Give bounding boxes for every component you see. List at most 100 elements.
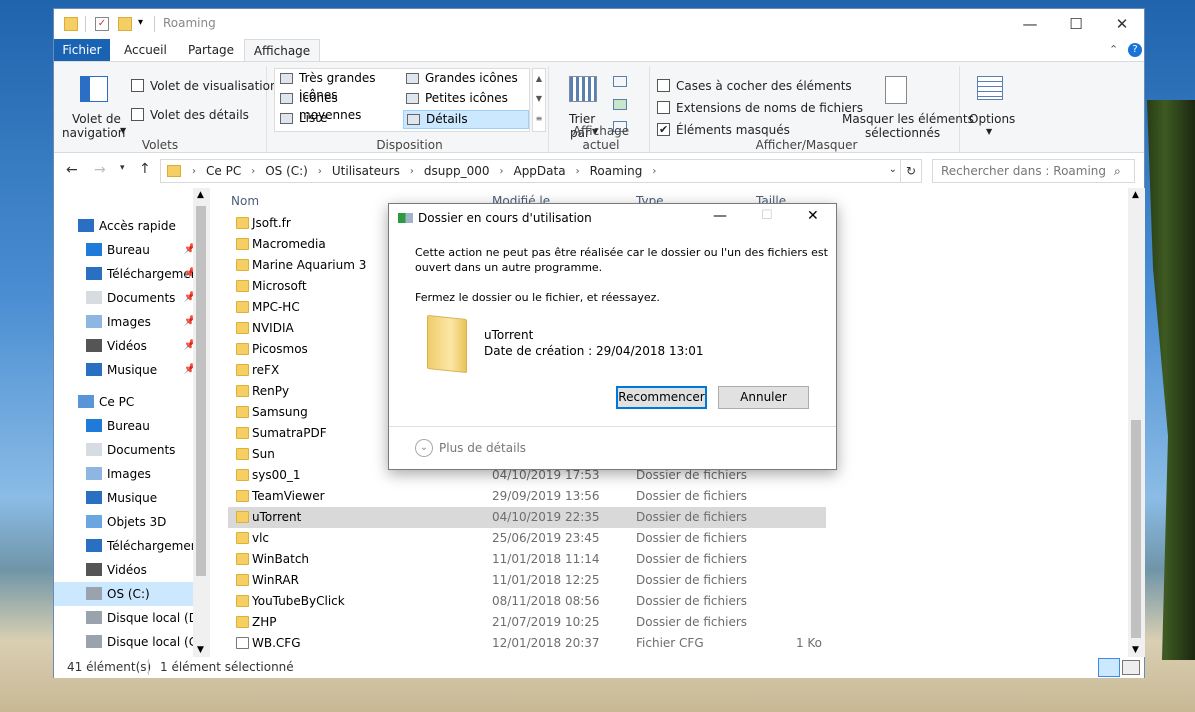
sidebar-item[interactable]: Documents 📌 [54, 286, 196, 310]
file-list-scrollbar[interactable]: ▲ ▼ [1128, 188, 1145, 657]
breadcrumb-separator[interactable]: › [405, 166, 419, 177]
layout-details[interactable]: Détails [403, 110, 529, 129]
item-checkboxes-option[interactable]: Cases à cocher des éléments [657, 79, 852, 93]
file-row[interactable]: WB.CFG 12/01/2018 20:37 Fichier CFG 1 Ko [228, 633, 826, 654]
sidebar-item[interactable]: Ce PC [54, 390, 196, 414]
file-row[interactable]: ZHP 21/07/2019 10:25 Dossier de fichiers [228, 612, 826, 633]
sidebar-item[interactable]: Vidéos [54, 558, 196, 582]
retry-button[interactable]: Recommencer [616, 386, 707, 409]
recent-locations-icon[interactable]: ▾ [120, 163, 125, 173]
group-by-icon[interactable] [613, 76, 627, 87]
scroll-thumb[interactable] [196, 206, 206, 576]
sidebar-item[interactable]: Images [54, 462, 196, 486]
sidebar-item[interactable]: Bureau [54, 414, 196, 438]
nav-pane-button[interactable]: Volet de navigation ▼ [60, 72, 126, 140]
up-arrow-icon[interactable]: ↑ [139, 161, 151, 177]
sidebar-item[interactable]: Musique [54, 486, 196, 510]
cancel-button[interactable]: Annuler [718, 386, 809, 409]
file-type: Dossier de fichiers [636, 594, 748, 608]
scroll-down-icon[interactable]: ▼ [1132, 645, 1139, 655]
breadcrumb-separator[interactable]: › [187, 166, 201, 177]
breadcrumb-separator[interactable]: › [246, 166, 260, 177]
layout-extra-large[interactable]: Très grandes icônes [277, 70, 402, 102]
file-row[interactable]: WinBatch 11/01/2018 11:14 Dossier de fichi… [228, 549, 826, 570]
breadcrumb-user[interactable]: dsupp_000 [419, 164, 495, 178]
scroll-thumb[interactable] [1131, 420, 1141, 638]
dialog-close-button[interactable]: ✕ [807, 208, 819, 224]
back-arrow-icon[interactable]: ← [66, 162, 78, 178]
large-icons-view-icon[interactable] [1122, 660, 1140, 675]
sidebar-item[interactable]: Vidéos 📌 [54, 334, 196, 358]
address-bar[interactable]: › Ce PC › OS (C:) › Utilisateurs › dsupp_00… [160, 159, 922, 183]
properties-icon[interactable]: ✓ [95, 17, 109, 31]
checkbox[interactable] [657, 79, 670, 92]
sidebar-item[interactable]: Accès rapide [54, 214, 196, 238]
sidebar-item[interactable]: OS (C:) [54, 582, 196, 606]
quick-access-dropdown-icon[interactable]: ▾ [138, 17, 143, 28]
new-folder-icon[interactable] [118, 17, 132, 31]
minimize-button[interactable]: — [1007, 9, 1053, 39]
breadcrumb-users[interactable]: Utilisateurs [327, 164, 405, 178]
scroll-up-icon[interactable]: ▲ [1132, 190, 1139, 200]
details-view-icon[interactable] [1098, 658, 1120, 677]
file-row[interactable]: YouTubeByClick 08/11/2018 08:56 Dossier de… [228, 591, 826, 612]
breadcrumb-separator[interactable]: › [571, 166, 585, 177]
hidden-items-option[interactable]: ✔ Éléments masqués [657, 123, 790, 137]
tab-file[interactable]: Fichier [54, 39, 110, 62]
more-details-toggle[interactable]: Plus de détails [439, 441, 526, 455]
file-row[interactable]: uTorrent 04/10/2019 22:35 Dossier de fichi… [228, 507, 826, 528]
file-row[interactable]: vlc 25/06/2019 23:45 Dossier de fichiers [228, 528, 826, 549]
sidebar-item[interactable]: Disque local (D:) [54, 606, 196, 630]
close-button[interactable]: ✕ [1099, 9, 1145, 39]
layout-gallery-scroll[interactable]: ▲ ▼ ≡ [532, 68, 546, 132]
layout-large[interactable]: Grandes icônes [403, 70, 529, 89]
scroll-down-icon[interactable]: ▼ [197, 645, 204, 655]
preview-pane-button[interactable]: Volet de visualisation [131, 79, 278, 93]
hide-selected-button[interactable]: Masquer les éléments sélectionnés [842, 72, 974, 140]
sidebar-item[interactable]: Objets 3D [54, 510, 196, 534]
sidebar-item[interactable]: Bureau 📌 [54, 238, 196, 262]
column-header-name[interactable]: Nom [231, 194, 259, 208]
sidebar-item[interactable]: Téléchargements📌 [54, 262, 196, 286]
details-pane-button[interactable]: Volet des détails [131, 108, 249, 122]
file-extensions-option[interactable]: Extensions de noms de fichiers [657, 101, 863, 115]
maximize-button[interactable]: ☐ [1053, 9, 1099, 39]
file-row[interactable]: WinRAR 11/01/2018 12:25 Dossier de fichier… [228, 570, 826, 591]
checkbox[interactable] [657, 101, 670, 114]
breadcrumb-separator[interactable]: › [313, 166, 327, 177]
navigation-scrollbar[interactable]: ▲ ▼ [193, 188, 210, 657]
layout-medium[interactable]: Icônes moyennes [277, 90, 402, 122]
breadcrumb-os-c[interactable]: OS (C:) [260, 164, 313, 178]
details-pane-label: Volet des détails [150, 108, 249, 122]
sidebar-item[interactable]: Documents [54, 438, 196, 462]
file-name: Macromedia [252, 237, 326, 251]
breadcrumb-roaming[interactable]: Roaming [585, 164, 648, 178]
add-columns-icon[interactable] [613, 99, 627, 110]
refresh-icon[interactable]: ↻ [900, 159, 922, 183]
help-icon[interactable]: ? [1128, 43, 1142, 57]
dialog-minimize-button[interactable]: — [713, 208, 727, 224]
breadcrumb-separator[interactable]: › [494, 166, 508, 177]
breadcrumb-separator[interactable]: › [647, 166, 661, 177]
file-row[interactable]: TeamViewer 29/09/2019 13:56 Dossier de fic… [228, 486, 826, 507]
collapse-ribbon-icon[interactable]: ⌃ [1109, 43, 1118, 56]
scroll-up-icon[interactable]: ▲ [197, 190, 204, 200]
expand-chevron-icon[interactable]: ⌄ [415, 439, 433, 457]
sidebar-item[interactable]: Téléchargements [54, 534, 196, 558]
tab-share[interactable]: Partage [178, 39, 244, 62]
layout-list[interactable]: Liste [277, 110, 402, 129]
list-icon [280, 113, 293, 124]
tab-view[interactable]: Affichage [244, 39, 320, 62]
sidebar-item[interactable]: Images 📌 [54, 310, 196, 334]
search-input[interactable]: Rechercher dans : Roaming [932, 159, 1135, 183]
sidebar-item[interactable]: Disque local (G:) [54, 630, 196, 654]
address-dropdown-icon[interactable]: ⌄ [889, 164, 897, 175]
forward-arrow-icon[interactable]: → [94, 162, 106, 178]
checkbox-checked[interactable]: ✔ [657, 123, 670, 136]
layout-small[interactable]: Petites icônes [403, 90, 529, 109]
breadcrumb-this-pc[interactable]: Ce PC [201, 164, 246, 178]
tab-home[interactable]: Accueil [114, 39, 177, 62]
breadcrumb-appdata[interactable]: AppData [508, 164, 570, 178]
options-button[interactable]: Options ▼ [966, 72, 1016, 138]
sidebar-item[interactable]: Musique 📌 [54, 358, 196, 382]
